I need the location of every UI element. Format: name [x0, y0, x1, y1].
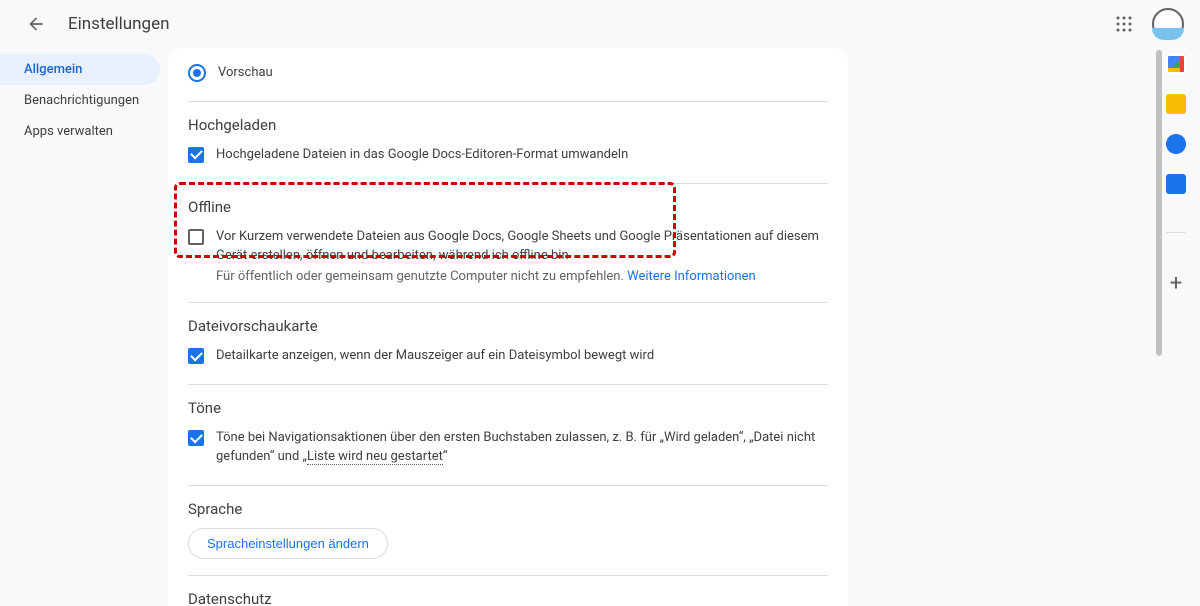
account-avatar[interactable] [1152, 8, 1184, 40]
page-title: Einstellungen [68, 14, 170, 34]
sounds-heading: Töne [188, 399, 828, 417]
convert-uploads-label: Hochgeladene Dateien in das Google Docs-… [216, 146, 628, 165]
offline-subtext: Für öffentlich oder gemeinsam genutzte C… [216, 269, 828, 284]
sidebar-item-manage-apps[interactable]: Apps verwalten [0, 116, 160, 147]
add-addon-button[interactable]: + [1170, 271, 1182, 296]
back-button[interactable] [16, 4, 56, 44]
preview-radio-label: Vorschau [218, 64, 273, 83]
header-bar: Einstellungen [0, 0, 1200, 48]
settings-sidebar: Allgemein Benachrichtigungen Apps verwal… [0, 48, 160, 606]
sidebar-item-notifications[interactable]: Benachrichtigungen [0, 85, 160, 116]
scrollbar-thumb[interactable] [1156, 50, 1162, 356]
language-heading: Sprache [188, 500, 828, 518]
contacts-icon[interactable] [1166, 174, 1186, 194]
uploaded-heading: Hochgeladen [188, 116, 828, 134]
apps-grid-icon [1115, 15, 1133, 33]
sounds-dotted-phrase: Liste wird neu gestartet [307, 449, 443, 465]
preview-card-label: Detailkarte anzeigen, wenn der Mauszeige… [216, 347, 654, 366]
google-apps-button[interactable] [1104, 4, 1144, 44]
arrow-back-icon [26, 14, 46, 34]
offline-heading: Offline [188, 198, 828, 216]
keep-icon[interactable] [1166, 94, 1186, 114]
preview-card-heading: Dateivorschaukarte [188, 317, 828, 335]
sounds-checkbox[interactable] [188, 430, 204, 446]
offline-label: Vor Kurzem verwendete Dateien aus Google… [216, 228, 828, 266]
sounds-label: Töne bei Navigationsaktionen über den er… [216, 429, 828, 467]
offline-checkbox[interactable] [188, 229, 204, 245]
calendar-icon[interactable] [1166, 54, 1186, 74]
settings-content: Vorschau Hochgeladen Hochgeladene Dateie… [168, 48, 848, 606]
change-language-button[interactable]: Spracheinstellungen ändern [188, 528, 388, 559]
offline-learn-more-link[interactable]: Weitere Informationen [627, 269, 756, 284]
sidebar-item-general[interactable]: Allgemein [0, 54, 160, 85]
preview-card-checkbox[interactable] [188, 348, 204, 364]
side-panel-divider [1166, 232, 1186, 233]
preview-radio[interactable] [188, 64, 206, 82]
scrollbar[interactable] [1156, 50, 1162, 598]
tasks-icon[interactable] [1166, 134, 1186, 154]
convert-uploads-checkbox[interactable] [188, 147, 204, 163]
privacy-heading: Datenschutz [188, 590, 828, 606]
